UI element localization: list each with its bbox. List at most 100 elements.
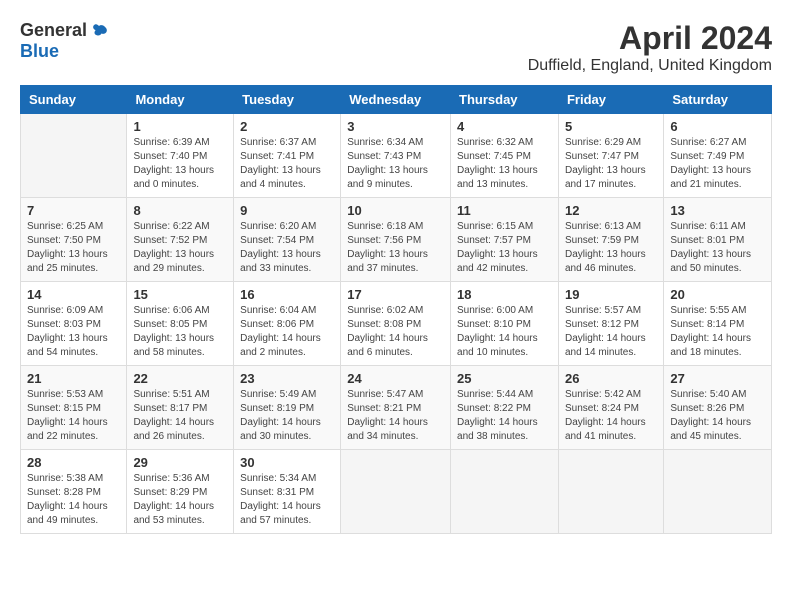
day-info: Sunrise: 6:11 AM Sunset: 8:01 PM Dayligh… [670,220,765,276]
day-info: Sunrise: 6:27 AM Sunset: 7:49 PM Dayligh… [670,136,765,192]
day-header-sunday: Sunday [21,86,127,114]
calendar-cell: 27 Sunrise: 5:40 AM Sunset: 8:26 PM Dayli… [664,366,772,450]
day-number: 4 [457,119,552,134]
day-info: Sunrise: 5:47 AM Sunset: 8:21 PM Dayligh… [347,388,444,444]
calendar-cell: 24 Sunrise: 5:47 AM Sunset: 8:21 PM Dayli… [341,366,451,450]
day-header-thursday: Thursday [451,86,559,114]
day-info: Sunrise: 5:57 AM Sunset: 8:12 PM Dayligh… [565,304,657,360]
calendar-table: SundayMondayTuesdayWednesdayThursdayFrid… [20,85,772,534]
day-info: Sunrise: 5:49 AM Sunset: 8:19 PM Dayligh… [240,388,334,444]
day-info: Sunrise: 6:04 AM Sunset: 8:06 PM Dayligh… [240,304,334,360]
day-header-tuesday: Tuesday [234,86,341,114]
calendar-cell: 4 Sunrise: 6:32 AM Sunset: 7:45 PM Daylig… [451,114,559,198]
calendar-cell [341,450,451,534]
calendar-cell: 3 Sunrise: 6:34 AM Sunset: 7:43 PM Daylig… [341,114,451,198]
day-number: 26 [565,371,657,386]
day-number: 10 [347,203,444,218]
calendar-cell: 8 Sunrise: 6:22 AM Sunset: 7:52 PM Daylig… [127,198,234,282]
day-info: Sunrise: 5:53 AM Sunset: 8:15 PM Dayligh… [27,388,120,444]
day-info: Sunrise: 6:00 AM Sunset: 8:10 PM Dayligh… [457,304,552,360]
day-number: 19 [565,287,657,302]
day-info: Sunrise: 6:09 AM Sunset: 8:03 PM Dayligh… [27,304,120,360]
calendar-cell: 26 Sunrise: 5:42 AM Sunset: 8:24 PM Dayli… [558,366,663,450]
day-header-wednesday: Wednesday [341,86,451,114]
day-number: 21 [27,371,120,386]
calendar-week-row: 28 Sunrise: 5:38 AM Sunset: 8:28 PM Dayli… [21,450,772,534]
day-info: Sunrise: 5:36 AM Sunset: 8:29 PM Dayligh… [133,472,227,528]
logo-general-text: General [20,20,87,41]
day-info: Sunrise: 6:39 AM Sunset: 7:40 PM Dayligh… [133,136,227,192]
calendar-cell [558,450,663,534]
day-number: 27 [670,371,765,386]
day-number: 24 [347,371,444,386]
calendar-week-row: 21 Sunrise: 5:53 AM Sunset: 8:15 PM Dayli… [21,366,772,450]
day-number: 15 [133,287,227,302]
calendar-cell: 17 Sunrise: 6:02 AM Sunset: 8:08 PM Dayli… [341,282,451,366]
calendar-cell: 10Sunrise: 6:18 AM Sunset: 7:56 PM Dayli… [341,198,451,282]
calendar-cell: 2 Sunrise: 6:37 AM Sunset: 7:41 PM Daylig… [234,114,341,198]
day-info: Sunrise: 6:34 AM Sunset: 7:43 PM Dayligh… [347,136,444,192]
day-number: 20 [670,287,765,302]
calendar-cell: 7Sunrise: 6:25 AM Sunset: 7:50 PM Daylig… [21,198,127,282]
day-info: Sunrise: 6:25 AM Sunset: 7:50 PM Dayligh… [27,220,120,276]
calendar-cell: 25Sunrise: 5:44 AM Sunset: 8:22 PM Dayli… [451,366,559,450]
day-number: 1 [133,119,227,134]
day-info: Sunrise: 5:55 AM Sunset: 8:14 PM Dayligh… [670,304,765,360]
day-info: Sunrise: 5:38 AM Sunset: 8:28 PM Dayligh… [27,472,120,528]
day-info: Sunrise: 6:29 AM Sunset: 7:47 PM Dayligh… [565,136,657,192]
day-number: 28 [27,455,120,470]
day-number: 13 [670,203,765,218]
calendar-cell: 13 Sunrise: 6:11 AM Sunset: 8:01 PM Dayli… [664,198,772,282]
day-info: Sunrise: 5:40 AM Sunset: 8:26 PM Dayligh… [670,388,765,444]
calendar-cell: 30Sunrise: 5:34 AM Sunset: 8:31 PM Dayli… [234,450,341,534]
day-info: Sunrise: 6:06 AM Sunset: 8:05 PM Dayligh… [133,304,227,360]
day-number: 12 [565,203,657,218]
logo: General Blue [20,20,109,62]
day-number: 14 [27,287,120,302]
calendar-cell [664,450,772,534]
day-number: 9 [240,203,334,218]
day-number: 25 [457,371,552,386]
calendar-cell: 21 Sunrise: 5:53 AM Sunset: 8:15 PM Dayli… [21,366,127,450]
calendar-cell: 11Sunrise: 6:15 AM Sunset: 7:57 PM Dayli… [451,198,559,282]
day-header-saturday: Saturday [664,86,772,114]
month-title: April 2024 [528,20,772,57]
calendar-cell: 19 Sunrise: 5:57 AM Sunset: 8:12 PM Dayli… [558,282,663,366]
day-info: Sunrise: 5:51 AM Sunset: 8:17 PM Dayligh… [133,388,227,444]
day-number: 17 [347,287,444,302]
calendar-cell: 9 Sunrise: 6:20 AM Sunset: 7:54 PM Daylig… [234,198,341,282]
day-number: 11 [457,203,552,218]
day-info: Sunrise: 6:13 AM Sunset: 7:59 PM Dayligh… [565,220,657,276]
day-number: 8 [133,203,227,218]
calendar-cell: 1 Sunrise: 6:39 AM Sunset: 7:40 PM Daylig… [127,114,234,198]
day-info: Sunrise: 6:22 AM Sunset: 7:52 PM Dayligh… [133,220,227,276]
calendar-cell: 12 Sunrise: 6:13 AM Sunset: 7:59 PM Dayli… [558,198,663,282]
logo-blue-text: Blue [20,41,59,62]
day-info: Sunrise: 6:37 AM Sunset: 7:41 PM Dayligh… [240,136,334,192]
calendar-cell: 22Sunrise: 5:51 AM Sunset: 8:17 PM Dayli… [127,366,234,450]
calendar-cell: 28 Sunrise: 5:38 AM Sunset: 8:28 PM Dayli… [21,450,127,534]
day-info: Sunrise: 6:02 AM Sunset: 8:08 PM Dayligh… [347,304,444,360]
calendar-cell [21,114,127,198]
calendar-header-row: SundayMondayTuesdayWednesdayThursdayFrid… [21,86,772,114]
day-number: 29 [133,455,227,470]
day-number: 5 [565,119,657,134]
page-header: General Blue April 2024 Duffield, Englan… [20,20,772,75]
day-number: 3 [347,119,444,134]
day-header-friday: Friday [558,86,663,114]
day-info: Sunrise: 6:32 AM Sunset: 7:45 PM Dayligh… [457,136,552,192]
calendar-cell: 23Sunrise: 5:49 AM Sunset: 8:19 PM Dayli… [234,366,341,450]
calendar-cell: 6Sunrise: 6:27 AM Sunset: 7:49 PM Daylig… [664,114,772,198]
calendar-week-row: 14 Sunrise: 6:09 AM Sunset: 8:03 PM Dayli… [21,282,772,366]
day-info: Sunrise: 5:42 AM Sunset: 8:24 PM Dayligh… [565,388,657,444]
calendar-week-row: 1 Sunrise: 6:39 AM Sunset: 7:40 PM Daylig… [21,114,772,198]
day-number: 18 [457,287,552,302]
calendar-cell [451,450,559,534]
day-number: 30 [240,455,334,470]
calendar-cell: 5 Sunrise: 6:29 AM Sunset: 7:47 PM Daylig… [558,114,663,198]
day-number: 16 [240,287,334,302]
day-header-monday: Monday [127,86,234,114]
day-info: Sunrise: 6:20 AM Sunset: 7:54 PM Dayligh… [240,220,334,276]
day-number: 2 [240,119,334,134]
logo-bird-icon [89,21,109,41]
